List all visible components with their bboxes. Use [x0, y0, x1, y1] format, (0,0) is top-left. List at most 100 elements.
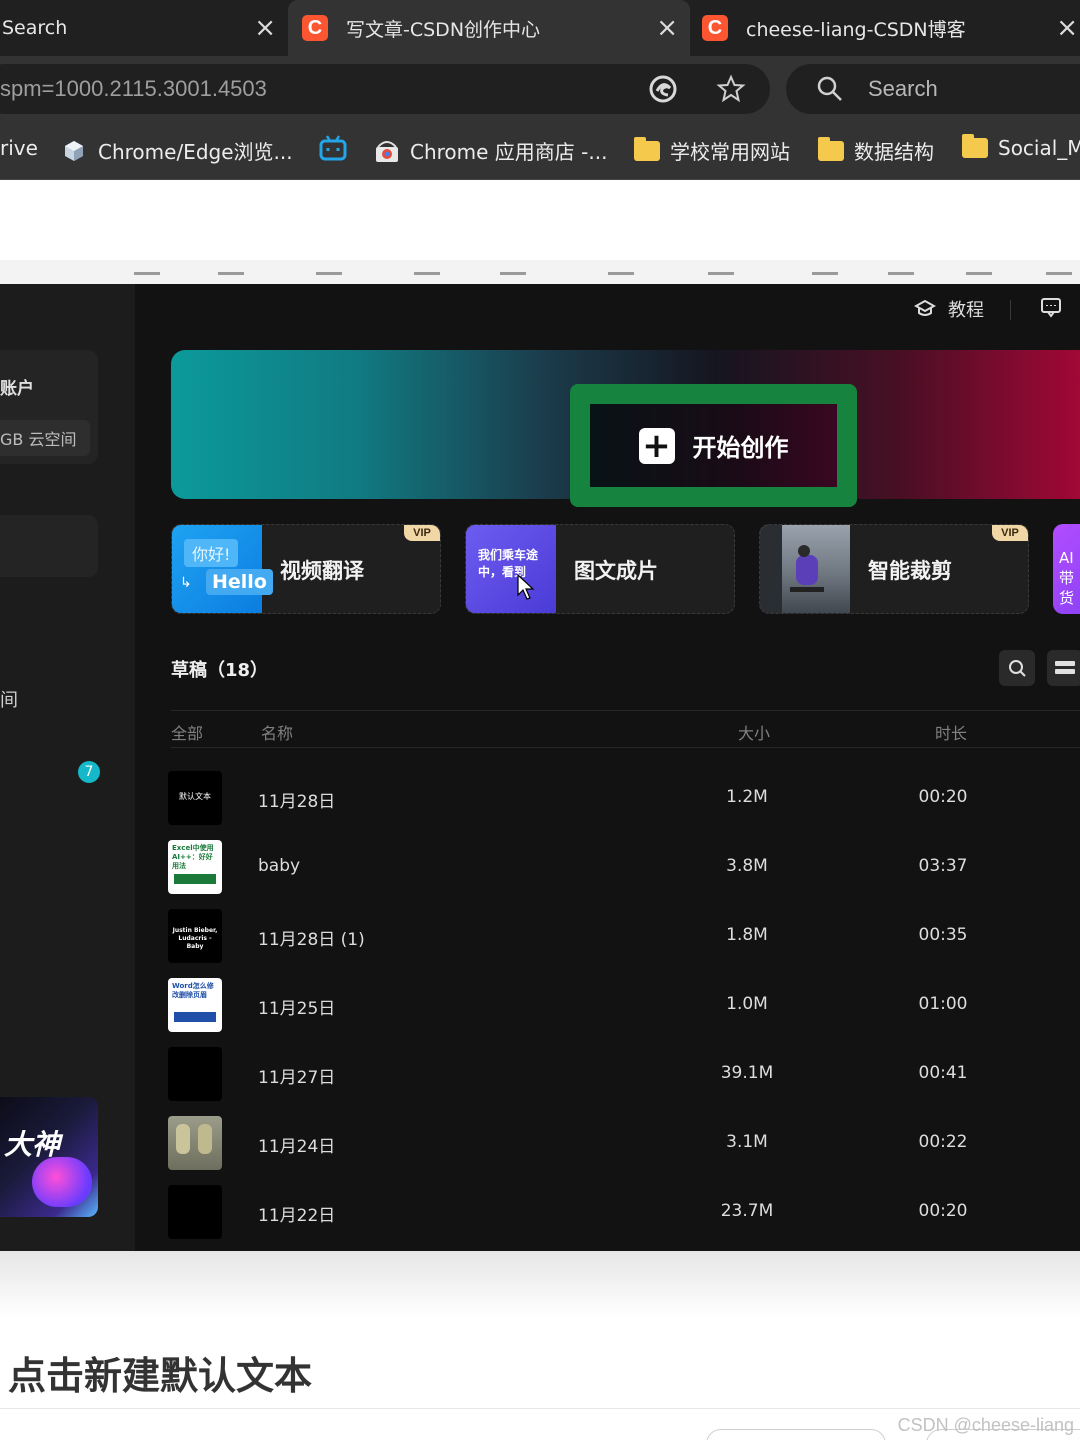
bookmark-social-media[interactable]: Social_Me — [962, 134, 1080, 160]
draft-thumbnail — [168, 1047, 222, 1101]
webstore-icon — [376, 140, 398, 162]
draft-thumbnail: Word怎么修改删除页眉 — [168, 978, 222, 1032]
tab-title: Search — [2, 17, 68, 39]
draft-size: 1.8M — [726, 925, 768, 945]
feature-video-translate[interactable]: 你好! ↳ Hello 视频翻译 VIP — [171, 524, 441, 614]
close-icon[interactable]: × — [1056, 14, 1078, 42]
article-heading[interactable]: 点击新建默认文本 — [8, 1345, 312, 1400]
list-view-icon — [1055, 661, 1075, 674]
video-translate-thumbnail: 你好! ↳ Hello — [172, 525, 273, 613]
bookmark-chrome-edge[interactable]: Chrome/Edge浏览... — [62, 136, 293, 165]
draft-name: 11月27日 — [258, 1068, 336, 1088]
video-editor-app: 账户 GB 云空间 间 7 大神 教程 + 开始创作 你好! ↳ Hello 视… — [0, 284, 1080, 1251]
draft-duration: 00:20 — [918, 1201, 968, 1221]
folder-icon — [634, 136, 660, 161]
draft-thumbnail — [168, 1116, 222, 1170]
draft-duration: 00:22 — [918, 1132, 968, 1152]
bookmark-drive[interactable]: rive — [0, 136, 38, 160]
table-row[interactable]: Justin Bieber, Ludacris - Baby 11月28日 (1… — [168, 909, 1080, 965]
close-icon[interactable]: × — [254, 14, 276, 42]
draft-size: 1.0M — [726, 994, 768, 1014]
promo-banner[interactable]: 大神 — [0, 1097, 98, 1217]
app-topbar: 教程 — [880, 284, 1080, 336]
draft-size: 3.1M — [726, 1132, 768, 1152]
csdn-favicon-icon: C — [702, 15, 728, 41]
feature-smart-crop[interactable]: 智能裁剪 VIP — [759, 524, 1029, 614]
folder-icon — [962, 134, 988, 158]
browser-tab-bar: Search × C 写文章-CSDN创作中心 × C cheese-liang… — [0, 0, 1080, 56]
tutorial-button[interactable]: 教程 — [914, 296, 984, 322]
tab-write-article[interactable]: C 写文章-CSDN创作中心 × — [288, 0, 690, 56]
article-body: 点击新建默认文本 CSDN @cheese-liang — [0, 1251, 1080, 1440]
bookmark-label: Chrome 应用商店 -... — [410, 140, 608, 164]
bookmark-data-structures[interactable]: 数据结构 — [818, 136, 934, 165]
feature-name: AI带货 — [1059, 549, 1075, 607]
promo-illustration — [32, 1157, 92, 1207]
arrow-icon: ↳ — [180, 575, 192, 591]
message-icon[interactable] — [1040, 296, 1062, 318]
notification-badge: 7 — [78, 761, 100, 783]
thumb-text-hello-en: Hello — [206, 569, 273, 595]
bookmark-label: 学校常用网站 — [670, 140, 790, 164]
bottom-button[interactable] — [706, 1429, 886, 1440]
start-creating-label: 开始创作 — [692, 434, 789, 462]
start-creating-button[interactable]: + 开始创作 — [570, 384, 857, 507]
column-all[interactable]: 全部 — [171, 720, 203, 744]
search-icon — [1009, 660, 1026, 677]
tab-title: cheese-liang-CSDN博客 — [746, 18, 966, 41]
smart-crop-thumbnail — [760, 525, 850, 613]
thumb-text-hello-cn: 你好! — [184, 539, 239, 567]
watermark: CSDN @cheese-liang — [897, 1415, 1074, 1435]
bookmark-chrome-webstore[interactable]: Chrome 应用商店 -... — [374, 136, 607, 165]
drafts-title: 草稿（18） — [171, 660, 269, 681]
table-row[interactable]: 11月27日 39.1M 00:41 — [168, 1047, 1080, 1103]
close-icon[interactable]: × — [656, 14, 678, 42]
bookmark-label: rive — [0, 136, 38, 160]
draft-duration: 00:35 — [918, 925, 968, 945]
browser-search-box[interactable]: Search — [786, 64, 1080, 114]
draft-thumbnail: Justin Bieber, Ludacris - Baby — [168, 909, 222, 963]
address-row: spm=1000.2115.3001.4503 Search — [0, 56, 1080, 122]
edge-icon[interactable] — [648, 74, 678, 104]
feature-ai-commerce[interactable]: AI带货 — [1053, 524, 1080, 614]
feature-name: 智能裁剪 — [868, 559, 952, 583]
bookmark-school-sites[interactable]: 学校常用网站 — [634, 136, 790, 165]
tab-blog[interactable]: C cheese-liang-CSDN博客 × — [690, 0, 1080, 56]
address-text: spm=1000.2115.3001.4503 — [0, 76, 267, 101]
tutorial-label: 教程 — [948, 300, 984, 321]
cloud-space-button[interactable]: GB 云空间 — [0, 420, 90, 456]
tab-search[interactable]: Search × — [0, 0, 288, 56]
graduation-cap-icon — [914, 299, 936, 316]
drafts-search-button[interactable] — [999, 650, 1035, 686]
bookmarks-bar: rive Chrome/Edge浏览... Chrome 应用商店 -... 学… — [0, 122, 1080, 180]
tab-title: 写文章-CSDN创作中心 — [346, 18, 541, 41]
table-row[interactable]: Excel中使用AI++：好好用法 baby 3.8M 03:37 — [168, 840, 1080, 896]
sidebar-item-label[interactable]: 间 — [0, 686, 18, 712]
draft-name: 11月22日 — [258, 1206, 336, 1226]
table-row[interactable]: 11月24日 3.1M 00:22 — [168, 1116, 1080, 1172]
feature-image-to-video[interactable]: 我们乘车途中，看到 图文成片 — [465, 524, 735, 614]
table-row[interactable]: Word怎么修改删除页眉 11月25日 1.0M 01:00 — [168, 978, 1080, 1034]
column-duration[interactable]: 时长 — [935, 720, 967, 744]
account-card[interactable]: 账户 GB 云空间 — [0, 350, 98, 464]
draft-size: 1.2M — [726, 787, 768, 807]
sidebar-block[interactable] — [0, 515, 98, 577]
bilibili-icon — [319, 135, 347, 161]
bookmark-label: 数据结构 — [854, 140, 934, 164]
column-name[interactable]: 名称 — [261, 720, 293, 744]
bookmark-bilibili[interactable] — [318, 134, 348, 162]
draft-duration: 00:41 — [918, 1063, 968, 1083]
list-view-button[interactable] — [1047, 650, 1080, 686]
folder-icon — [818, 136, 844, 161]
vip-badge: VIP — [992, 525, 1028, 541]
vip-badge: VIP — [404, 525, 440, 541]
favorite-star-icon[interactable] — [716, 74, 746, 104]
column-size[interactable]: 大小 — [738, 720, 770, 744]
draft-name: 11月28日 (1) — [258, 930, 365, 950]
table-row[interactable]: 11月22日 23.7M 00:20 — [168, 1185, 1080, 1241]
table-row[interactable]: 默认文本 11月28日 1.2M 00:20 — [168, 771, 1080, 827]
draft-name: 11月24日 — [258, 1137, 336, 1157]
draft-thumbnail — [168, 1185, 222, 1239]
draft-size: 23.7M — [720, 1201, 774, 1221]
feature-name: 视频翻译 — [280, 559, 364, 583]
